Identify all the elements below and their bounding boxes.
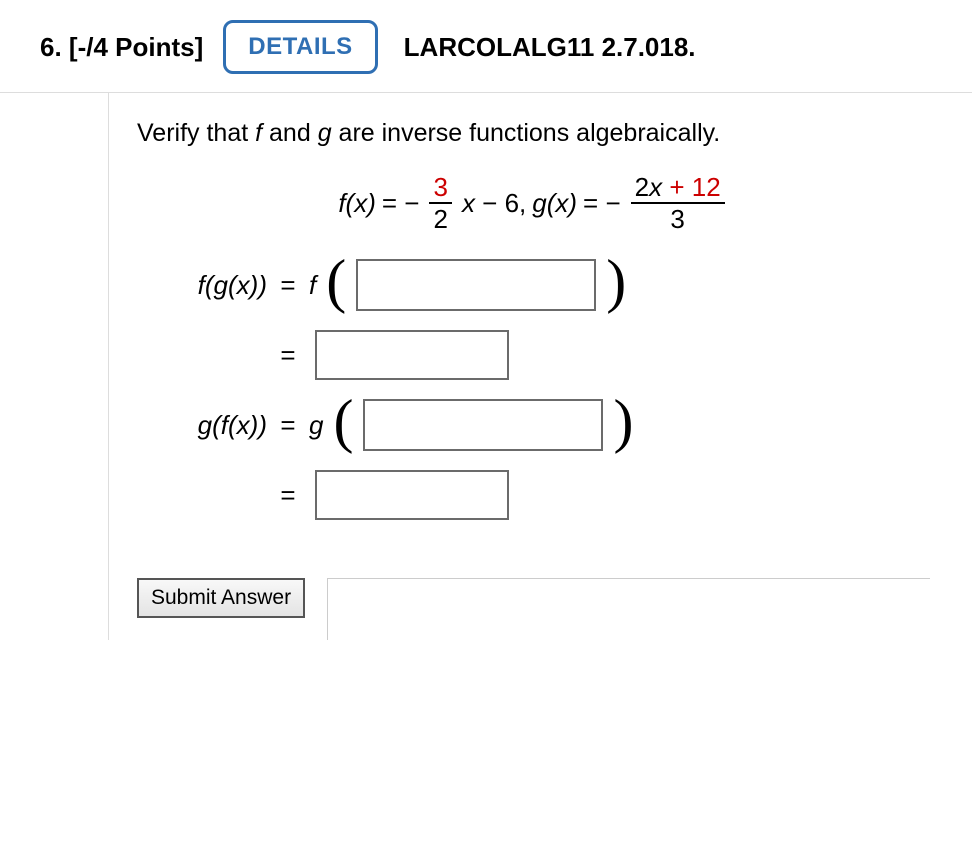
prompt-text: Verify that f and g are inverse function… [137,119,930,148]
gfx-result-input[interactable] [315,470,509,520]
gfx-inner-input[interactable] [363,399,603,451]
fgx-result-input[interactable] [315,330,509,380]
details-button[interactable]: DETAILS [223,20,377,74]
fgx-inner-input[interactable] [356,259,596,311]
gfx-result-row: = [137,470,930,520]
left-paren-icon: ( [326,254,346,308]
fgx-result-row: = [137,330,930,380]
fgx-row: f(g(x)) = f ( ) [137,258,930,312]
question-header: 6. [-/4 Points] DETAILS LARCOLALG11 2.7.… [0,0,972,93]
function-definitions: f(x) = − 3 2 x − 6, g(x) = − 2x + 12 3 [137,174,930,232]
gfx-label: g(f(x)) [137,410,267,441]
question-number: 6. [-/4 Points] [40,32,203,63]
book-reference: LARCOLALG11 2.7.018. [404,32,696,63]
question-body: Verify that f and g are inverse function… [108,93,958,640]
gfx-row: g(f(x)) = g ( ) [137,398,930,452]
fgx-label: f(g(x)) [137,270,267,301]
right-paren-icon: ) [613,394,633,448]
left-paren-icon: ( [333,394,353,448]
submit-answer-button[interactable]: Submit Answer [137,578,305,618]
right-paren-icon: ) [606,254,626,308]
feedback-area [327,578,930,640]
